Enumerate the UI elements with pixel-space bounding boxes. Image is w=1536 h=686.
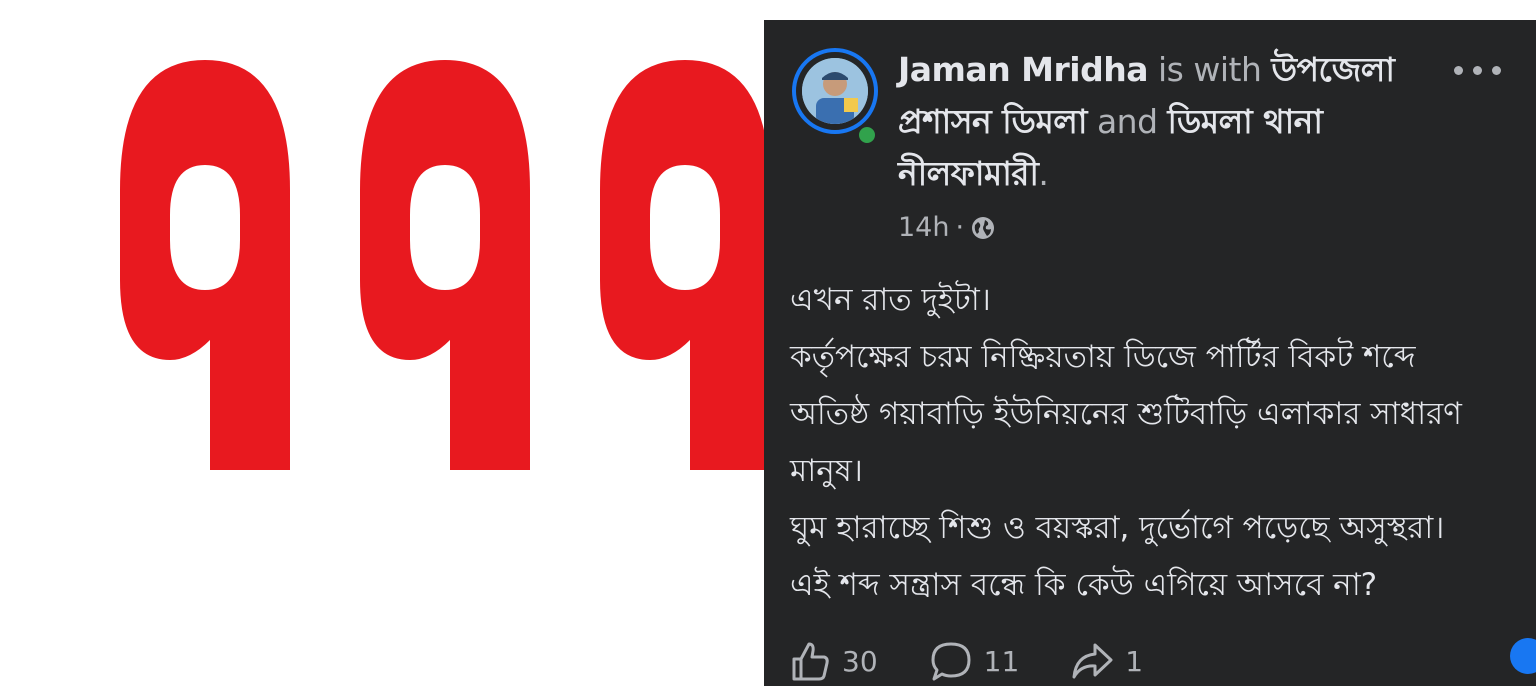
post-line: মানুষ। bbox=[790, 453, 863, 489]
logo-digit-1 bbox=[120, 60, 290, 470]
globe-icon[interactable] bbox=[970, 215, 996, 241]
post-body: এখন রাত দুইটা। কর্তৃপক্ষের চরম নিষ্ক্রিয… bbox=[790, 272, 1536, 614]
share-button[interactable]: 1 bbox=[1069, 639, 1143, 683]
post-line: এখন রাত দুইটা। bbox=[790, 282, 991, 318]
post-line: অতিষ্ঠ গয়াবাড়ি ইউনিয়নের শুটিবাড়ি এলা… bbox=[790, 396, 1462, 432]
comment-icon bbox=[931, 642, 971, 681]
logo-999-panel bbox=[0, 0, 770, 686]
like-reaction-icon bbox=[1510, 638, 1536, 674]
logo-digit-3 bbox=[600, 60, 770, 470]
avatar-image bbox=[802, 58, 868, 124]
with-label: is with bbox=[1158, 50, 1262, 89]
post-line: এই শব্দ সন্ত্রাস বন্ধে কি কেউ এগিয়ে আসব… bbox=[790, 567, 1378, 603]
logo-999 bbox=[120, 60, 770, 470]
post-meta: 14h · bbox=[898, 212, 996, 243]
share-icon bbox=[1072, 643, 1113, 679]
post-header: Jaman Mridha is with উপজেলা প্রশাসন ডিমল… bbox=[898, 44, 1418, 200]
logo-digit-2 bbox=[360, 60, 530, 470]
facebook-post: Jaman Mridha is with উপজেলা প্রশাসন ডিমল… bbox=[764, 20, 1536, 686]
and-label: and bbox=[1096, 102, 1158, 141]
share-count: 1 bbox=[1125, 644, 1144, 678]
post-actions: 30 11 1 bbox=[788, 636, 1193, 686]
like-count: 30 bbox=[842, 644, 878, 678]
like-button[interactable]: 30 bbox=[788, 639, 878, 683]
post-line: কর্তৃপক্ষের চরম নিষ্ক্রিয়তায় ডিজে পার্… bbox=[790, 339, 1416, 375]
online-status-dot bbox=[856, 124, 878, 146]
comment-count: 11 bbox=[983, 644, 1020, 678]
post-time[interactable]: 14h bbox=[898, 212, 949, 243]
thumbs-up-icon bbox=[792, 642, 829, 681]
more-options-icon[interactable] bbox=[1454, 60, 1524, 80]
avatar[interactable] bbox=[792, 48, 878, 134]
post-line: ঘুম হারাচ্ছে শিশু ও বয়স্করা, দুর্ভোগে প… bbox=[790, 510, 1445, 546]
meta-separator: · bbox=[955, 212, 965, 243]
comment-button[interactable]: 11 bbox=[928, 639, 1020, 683]
author-name[interactable]: Jaman Mridha bbox=[898, 50, 1149, 89]
end-punct: . bbox=[1038, 154, 1049, 193]
